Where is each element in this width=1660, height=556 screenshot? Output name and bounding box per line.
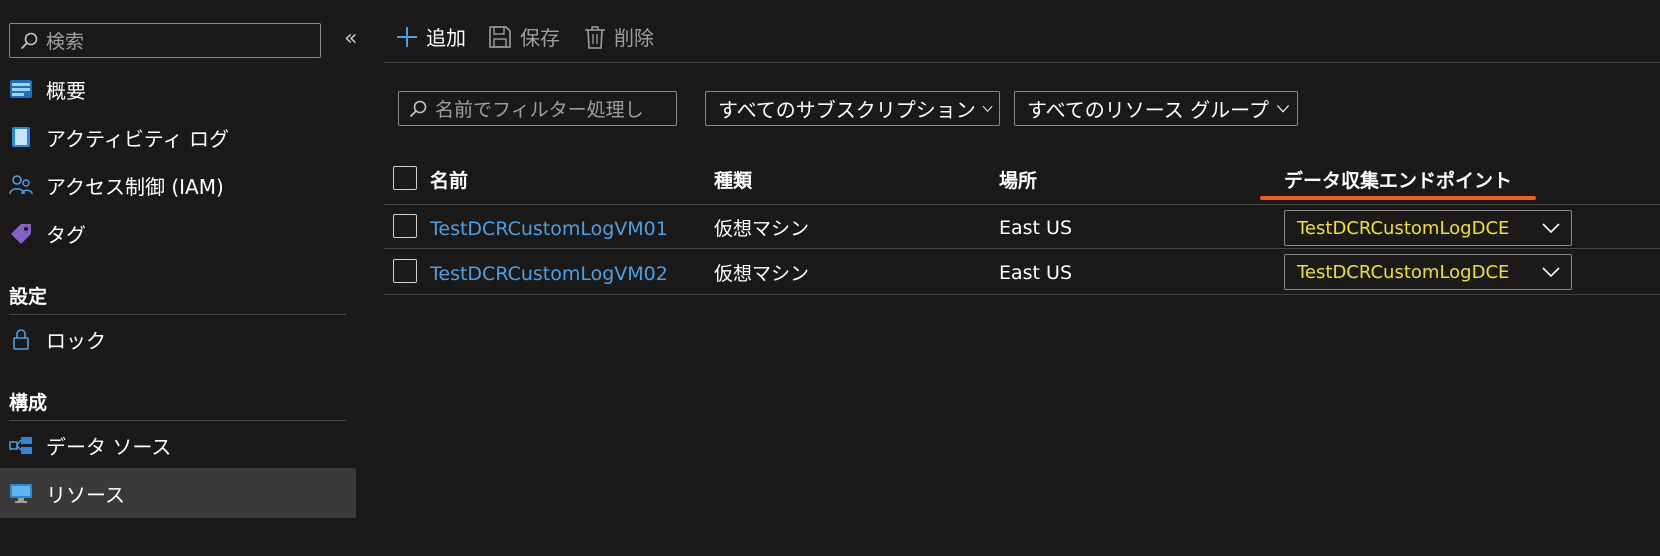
sidebar-item-iam[interactable]: アクセス制御 (IAM) — [0, 160, 376, 210]
endpoint-dropdown[interactable]: TestDCRCustomLogDCE — [1284, 254, 1572, 290]
sidebar-item-tags[interactable]: タグ — [0, 208, 376, 258]
subscription-filter-dropdown[interactable]: すべてのサブスクリプション — [705, 91, 1000, 126]
sidebar-item-label: データ ソース — [46, 434, 172, 459]
name-filter-placeholder: 名前でフィルター処理し — [435, 99, 644, 121]
resource-location: East US — [999, 262, 1073, 284]
chevron-down-icon — [1276, 104, 1290, 113]
row-divider — [384, 248, 1660, 249]
sidebar-item-label: リソース — [46, 482, 125, 507]
sidebar-item-label: 概要 — [46, 78, 86, 103]
save-label: 保存 — [520, 26, 560, 50]
lock-icon — [13, 329, 29, 350]
add-button[interactable]: 追加 — [396, 22, 466, 51]
column-header-location[interactable]: 場所 — [999, 166, 1037, 193]
column-header-name[interactable]: 名前 — [430, 166, 468, 193]
row-checkbox[interactable] — [393, 214, 417, 238]
add-label: 追加 — [426, 26, 466, 50]
column-header-endpoint[interactable]: データ収集エンドポイント — [1284, 166, 1512, 193]
collapse-sidebar-button[interactable]: « — [344, 26, 357, 51]
chevron-down-icon — [1542, 223, 1560, 234]
sidebar-item-lock[interactable]: ロック — [0, 314, 376, 364]
resource-group-filter-dropdown[interactable]: すべてのリソース グループ — [1014, 91, 1298, 126]
iam-icon — [9, 175, 33, 195]
name-filter-input[interactable]: 名前でフィルター処理し — [398, 91, 677, 126]
search-placeholder: 検索 — [46, 31, 85, 53]
data-source-icon — [9, 437, 32, 454]
highlight-underline — [1260, 196, 1536, 200]
sidebar-item-label: アクティビティ ログ — [46, 126, 229, 151]
save-button[interactable]: 保存 — [488, 22, 560, 51]
sidebar-item-resources[interactable]: リソース — [0, 468, 356, 518]
endpoint-dropdown[interactable]: TestDCRCustomLogDCE — [1284, 210, 1572, 246]
column-header-type[interactable]: 種類 — [714, 166, 752, 193]
resource-group-filter-value: すべてのリソース グループ — [1027, 98, 1269, 122]
sidebar-item-label: ロック — [46, 328, 106, 353]
chevron-down-icon — [1542, 267, 1560, 278]
resource-location: East US — [999, 217, 1073, 239]
resource-name-link[interactable]: TestDCRCustomLogVM01 — [430, 218, 668, 240]
save-icon — [489, 25, 511, 48]
row-divider — [384, 294, 1660, 295]
plus-icon — [397, 26, 417, 47]
tag-icon — [11, 224, 31, 244]
delete-label: 削除 — [614, 26, 654, 50]
search-icon — [409, 100, 427, 117]
section-title-config: 構成 — [9, 392, 48, 414]
chevron-down-icon — [982, 105, 993, 112]
section-title-settings: 設定 — [9, 286, 48, 308]
subscription-filter-value: すべてのサブスクリプション — [718, 98, 976, 122]
activity-log-icon — [12, 127, 30, 147]
row-checkbox[interactable] — [393, 259, 417, 283]
trash-icon — [585, 25, 605, 49]
endpoint-value: TestDCRCustomLogDCE — [1297, 261, 1510, 283]
toolbar-divider — [384, 62, 1660, 63]
overview-icon — [10, 80, 32, 98]
sidebar-search-input[interactable]: 検索 — [9, 23, 321, 58]
resources-icon — [10, 484, 32, 503]
delete-button[interactable]: 削除 — [584, 22, 654, 51]
resource-type: 仮想マシン — [714, 218, 810, 240]
resource-name-link[interactable]: TestDCRCustomLogVM02 — [430, 263, 668, 285]
sidebar-item-label: タグ — [46, 222, 86, 247]
endpoint-value: TestDCRCustomLogDCE — [1297, 217, 1510, 239]
search-icon — [20, 32, 38, 49]
sidebar-item-overview[interactable]: 概要 — [0, 64, 376, 114]
table-header-divider — [384, 204, 1660, 205]
sidebar-item-activity-log[interactable]: アクティビティ ログ — [0, 112, 376, 162]
select-all-checkbox[interactable] — [393, 166, 417, 190]
sidebar-item-label: アクセス制御 (IAM) — [46, 174, 224, 199]
sidebar-item-data-source[interactable]: データ ソース — [0, 420, 376, 470]
resource-type: 仮想マシン — [714, 263, 810, 285]
